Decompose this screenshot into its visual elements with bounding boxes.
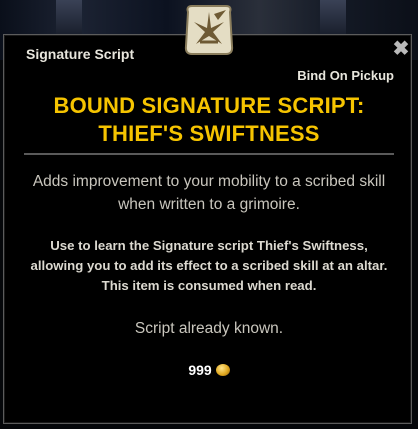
script-status: Script already known. (134, 320, 284, 337)
bind-status-label: Bind On Pickup (297, 68, 394, 83)
item-description: Adds improvement to your mobility to a s… (32, 173, 386, 213)
price-value: 999 (188, 362, 212, 378)
item-title: BOUND SIGNATURE SCRIPT: THIEF'S SWIFTNES… (53, 93, 365, 146)
signature-script-emblem-icon (184, 5, 234, 55)
item-use-text: Use to learn the Signature script Thief'… (30, 238, 388, 293)
gold-coin-icon (215, 364, 230, 376)
item-price: 999 (0, 362, 418, 378)
title-divider (24, 153, 394, 155)
item-type-label: Signature Script (26, 46, 135, 62)
close-icon[interactable]: ✖ (392, 39, 410, 59)
